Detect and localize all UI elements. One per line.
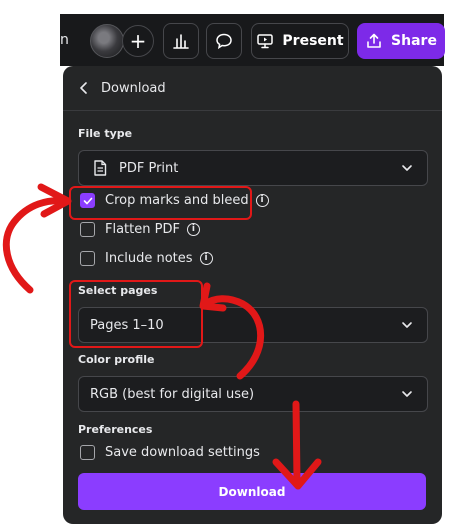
color-profile-value: RGB (best for digital use) xyxy=(90,386,255,402)
include-notes-label: Include notes xyxy=(105,251,193,266)
chevron-down-icon xyxy=(402,322,412,328)
download-panel: Download File type PDF Print Crop marks … xyxy=(63,66,442,524)
comments-button[interactable] xyxy=(206,23,242,59)
color-profile-select[interactable]: RGB (best for digital use) xyxy=(78,376,428,412)
select-pages-label: Select pages xyxy=(78,284,158,297)
info-icon[interactable]: i xyxy=(199,252,213,265)
save-settings-label: Save download settings xyxy=(105,445,260,460)
add-collaborator-button[interactable]: + xyxy=(122,25,154,57)
present-label: Present xyxy=(282,33,344,49)
toolbar-fragment-text: n xyxy=(60,32,68,48)
info-icon[interactable]: i xyxy=(186,223,200,236)
upload-icon xyxy=(367,33,381,48)
comment-icon xyxy=(216,33,232,50)
avatar[interactable] xyxy=(90,24,124,58)
share-label: Share xyxy=(391,33,437,49)
check-icon xyxy=(83,197,92,204)
color-profile-label: Color profile xyxy=(78,353,155,366)
plus-icon: + xyxy=(129,29,147,53)
present-button[interactable]: Present xyxy=(251,23,349,59)
chevron-down-icon xyxy=(402,391,412,397)
select-pages-value: Pages 1–10 xyxy=(90,317,164,333)
include-notes-checkbox[interactable] xyxy=(80,251,95,266)
bar-chart-icon xyxy=(173,34,189,49)
crop-marks-label: Crop marks and bleed xyxy=(105,193,249,208)
chevron-down-icon xyxy=(402,165,412,171)
save-settings-checkbox[interactable] xyxy=(80,445,95,460)
file-type-label: File type xyxy=(78,127,133,140)
insights-button[interactable] xyxy=(163,23,199,59)
file-type-select[interactable]: PDF Print xyxy=(78,150,428,186)
include-notes-checkbox-row[interactable]: Include notes i xyxy=(80,251,213,266)
save-settings-checkbox-row[interactable]: Save download settings xyxy=(80,445,260,460)
info-icon[interactable]: i xyxy=(255,194,269,207)
panel-header[interactable]: Download xyxy=(63,66,442,111)
share-button[interactable]: Share xyxy=(357,23,445,59)
preferences-label: Preferences xyxy=(78,423,153,436)
document-icon xyxy=(94,160,107,176)
flatten-pdf-label: Flatten PDF xyxy=(105,222,180,237)
present-icon xyxy=(257,34,274,49)
download-button-label: Download xyxy=(218,484,286,499)
download-button[interactable]: Download xyxy=(78,473,426,510)
editor-toolbar: n + Present Share xyxy=(60,14,445,66)
flatten-pdf-checkbox-row[interactable]: Flatten PDF i xyxy=(80,222,200,237)
chevron-left-icon[interactable] xyxy=(79,81,93,95)
arrow-curve-crop xyxy=(2,197,70,294)
select-pages-select[interactable]: Pages 1–10 xyxy=(78,307,428,343)
file-type-value: PDF Print xyxy=(119,160,179,176)
panel-title: Download xyxy=(101,80,166,96)
flatten-pdf-checkbox[interactable] xyxy=(80,222,95,237)
crop-marks-checkbox-row[interactable]: Crop marks and bleed i xyxy=(80,193,269,208)
crop-marks-checkbox[interactable] xyxy=(80,193,95,208)
